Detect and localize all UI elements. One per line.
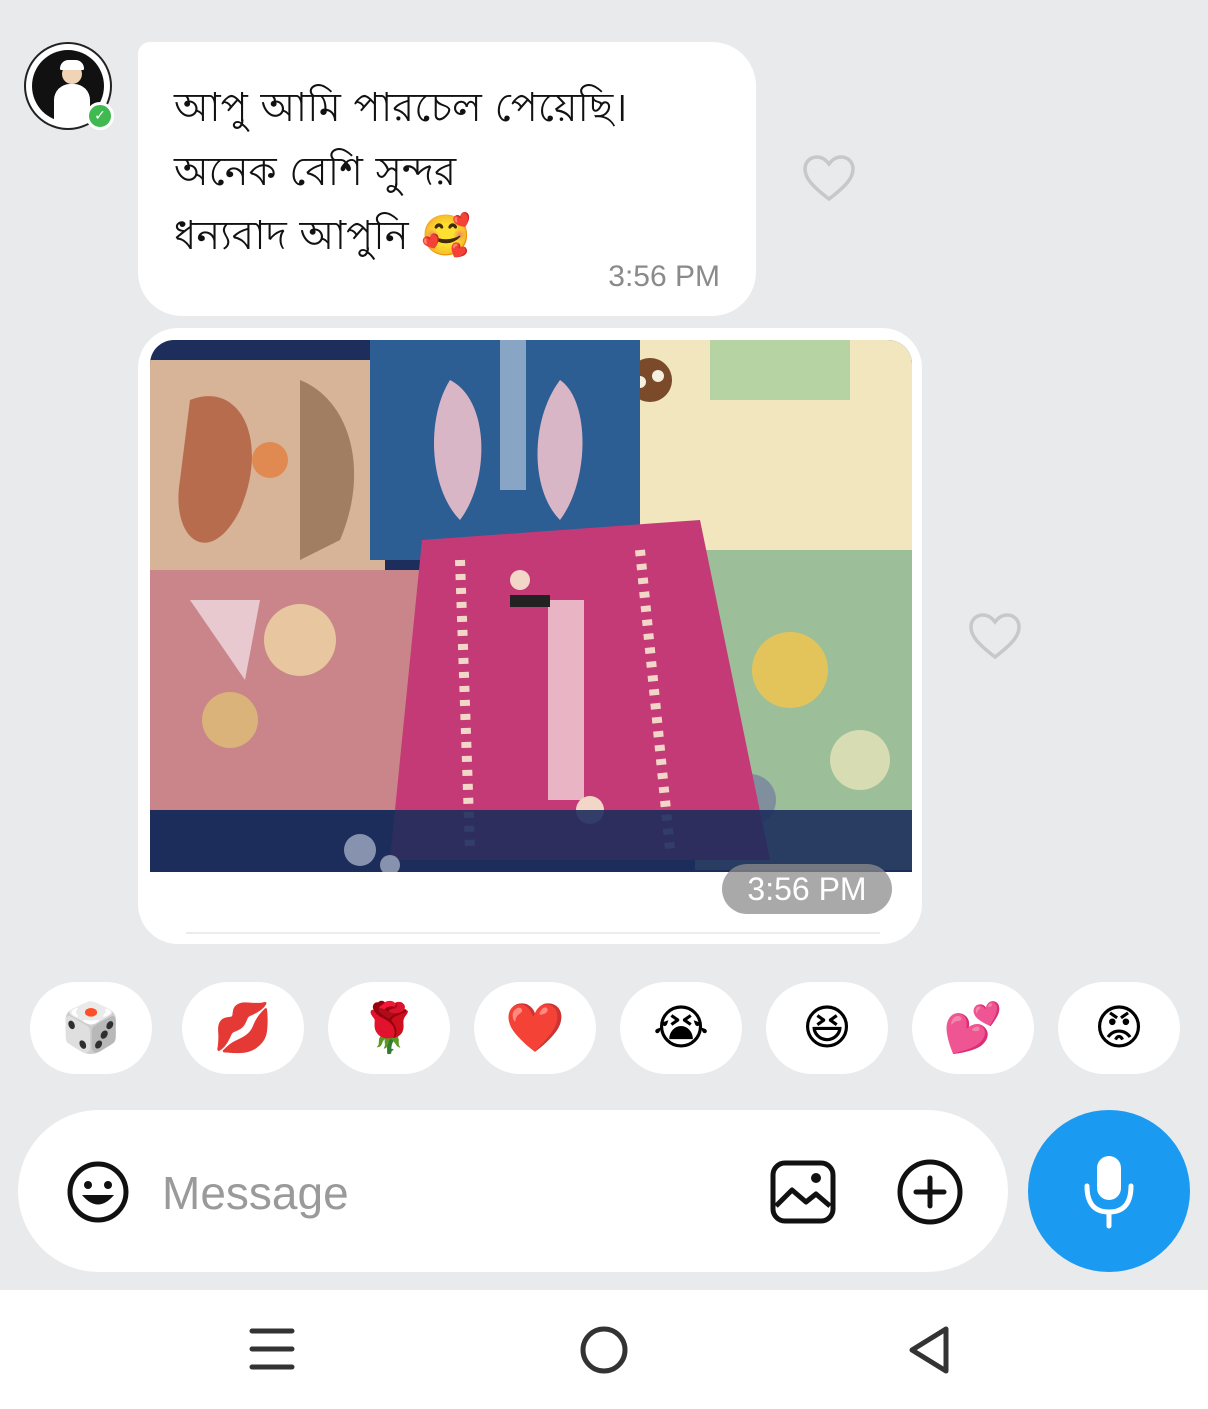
voice-record-button[interactable]	[1028, 1110, 1190, 1272]
message-text: আপু আমি পারচেল পেয়েছি। অনেক বেশি সুন্দর…	[174, 85, 628, 259]
like-heart-icon[interactable]	[968, 612, 1022, 662]
incoming-text-message[interactable]: আপু আমি পারচেল পেয়েছি। অনেক বেশি সুন্দর…	[138, 42, 756, 316]
message-timestamp: 3:56 PM	[608, 260, 720, 293]
gallery-icon[interactable]	[770, 1160, 836, 1224]
home-icon[interactable]	[578, 1324, 630, 1376]
message-input[interactable]: Message	[162, 1166, 349, 1220]
image-timestamp: 3:56 PM	[722, 864, 892, 914]
reaction-kiss[interactable]: 💋	[182, 982, 304, 1074]
back-icon[interactable]	[904, 1324, 954, 1376]
add-icon[interactable]	[896, 1158, 964, 1226]
reaction-heart[interactable]: ❤️	[474, 982, 596, 1074]
incoming-image-message[interactable]	[138, 328, 922, 944]
reaction-rose[interactable]: 🌹	[328, 982, 450, 1074]
divider	[186, 932, 880, 934]
message-composer: Message	[18, 1110, 1008, 1272]
reaction-crying[interactable]: 😭	[620, 982, 742, 1074]
quick-reactions-bar: 🎲 💋 🌹 ❤️ 😭 😆 💕 😡	[0, 982, 1208, 1074]
system-navigation-bar	[0, 1290, 1208, 1409]
microphone-icon	[1084, 1156, 1134, 1229]
verified-badge-icon: ✓	[86, 102, 114, 130]
reaction-two-hearts[interactable]: 💕	[912, 982, 1034, 1074]
reaction-angry[interactable]: 😡	[1058, 982, 1180, 1074]
recent-apps-icon[interactable]	[248, 1326, 296, 1372]
like-heart-icon[interactable]	[802, 154, 856, 204]
clothes-photo[interactable]	[150, 340, 912, 872]
reaction-laughing[interactable]: 😆	[766, 982, 888, 1074]
emoji-icon[interactable]	[66, 1160, 130, 1224]
reaction-dice[interactable]: 🎲	[30, 982, 152, 1074]
